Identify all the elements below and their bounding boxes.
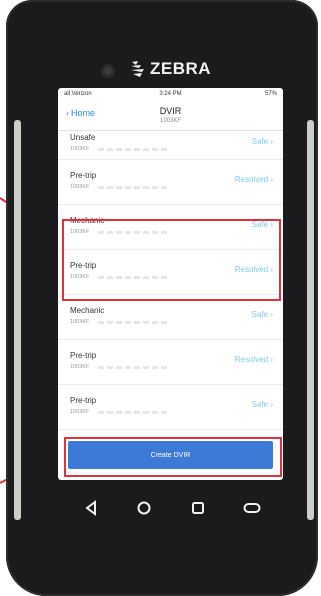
page-title: DVIR — [159, 106, 182, 116]
chevron-right-icon: › — [270, 175, 273, 184]
highlight-box-list-items — [62, 219, 281, 301]
chevron-right-icon: › — [270, 400, 273, 409]
status-time: 3:24 PM — [159, 91, 182, 97]
list-item[interactable]: Pre-trip 1003KF Resolved › — [58, 160, 283, 205]
side-grip-left — [14, 120, 21, 520]
circle-home-icon — [137, 501, 151, 515]
item-status: Safe › — [251, 310, 273, 319]
chevron-right-icon: › — [270, 137, 273, 146]
battery-level: 57% — [264, 91, 277, 97]
item-details-blurred — [98, 321, 168, 324]
item-vehicle: 1003KF — [70, 184, 90, 190]
item-details-blurred — [98, 366, 168, 369]
photo-scene: ZEBRA all Verizon 3:24 PM 57% ‹ Home DVI… — [0, 0, 321, 596]
device-brand: ZEBRA — [130, 58, 211, 80]
item-vehicle: 1003KF — [70, 146, 90, 152]
list-item[interactable]: Unsafe 1003KF Safe › — [58, 131, 283, 160]
recents-key[interactable] — [186, 496, 210, 520]
rounded-rect-icon — [243, 503, 261, 513]
status-bar: all Verizon 3:24 PM 57% — [58, 88, 283, 100]
list-item[interactable]: Mechanic 1003KF Safe › — [58, 295, 283, 340]
highlight-box-create-button — [64, 437, 282, 477]
side-grip-right — [307, 120, 314, 520]
item-details-blurred — [98, 186, 168, 189]
android-nav-keys — [80, 496, 270, 520]
item-details-blurred — [98, 411, 168, 414]
item-type: Pre-trip — [70, 351, 97, 360]
list-item[interactable]: Pre-trip 1003KF Safe › — [58, 385, 283, 430]
chevron-right-icon: › — [270, 355, 273, 364]
item-vehicle: 1003KF — [70, 409, 90, 415]
item-type: Mechanic — [70, 306, 105, 315]
item-status: Resolved › — [234, 175, 273, 184]
brand-text: ZEBRA — [150, 59, 212, 78]
home-key[interactable] — [132, 496, 156, 520]
item-type: Pre-trip — [70, 171, 97, 180]
item-details-blurred — [98, 148, 168, 151]
item-type: Pre-trip — [70, 396, 97, 405]
item-status: Safe › — [251, 137, 273, 146]
extra-key[interactable] — [240, 496, 264, 520]
list-item[interactable]: Pre-trip 1003KF Resolved › — [58, 340, 283, 385]
item-type: Unsafe — [70, 133, 96, 142]
item-status: Safe › — [251, 400, 273, 409]
item-vehicle: 1003KF — [70, 319, 90, 325]
triangle-back-icon — [85, 500, 96, 516]
item-vehicle: 1003KF — [70, 364, 90, 370]
zebra-logo-icon — [131, 61, 144, 77]
item-status: Resolved › — [234, 355, 273, 364]
square-recents-icon — [192, 502, 204, 514]
page-subtitle: 1003KF — [159, 118, 181, 124]
front-camera — [101, 64, 115, 78]
back-key[interactable] — [80, 496, 104, 520]
nav-bar: ‹ Home DVIR 1003KF — [58, 100, 283, 131]
chevron-right-icon: › — [270, 310, 273, 319]
